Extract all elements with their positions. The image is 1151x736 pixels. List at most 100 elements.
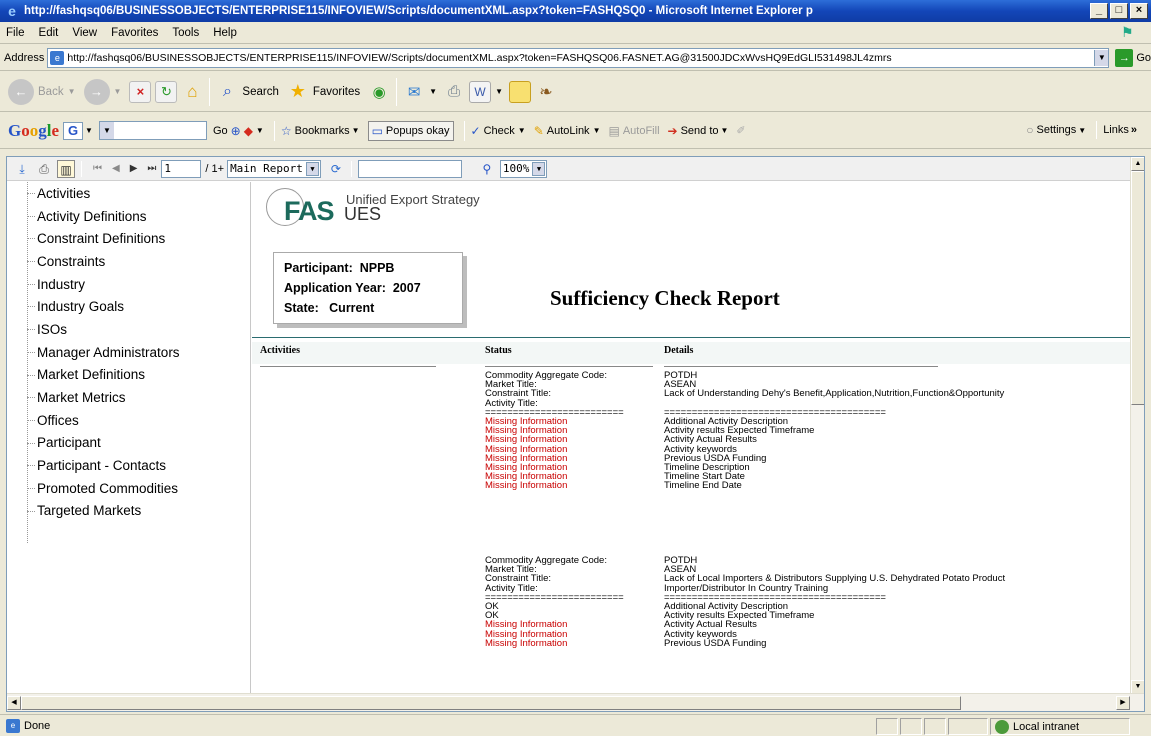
state-label: State: (284, 301, 319, 315)
windows-logo-icon: ⚑ (1121, 24, 1134, 40)
bookmarks-dropdown-icon: ▼ (351, 126, 360, 135)
vertical-scrollbar[interactable]: ▲ ▼ (1130, 157, 1144, 694)
edit-icon[interactable]: W (469, 80, 492, 103)
home-icon[interactable]: ⌂ (181, 81, 203, 103)
tree-item-industry-goals[interactable]: Industry Goals (7, 295, 250, 318)
menu-help[interactable]: Help (213, 27, 237, 39)
back-dropdown-icon[interactable]: ▼ (68, 87, 76, 96)
send-to-button[interactable]: ➔ Send to ▼ (668, 124, 729, 138)
binoculars-search-icon[interactable]: ⚲ (478, 160, 496, 178)
history-icon[interactable]: ✉ (403, 81, 425, 103)
tree-item-constraints[interactable]: Constraints (7, 250, 250, 273)
close-button[interactable]: × (1130, 3, 1148, 19)
google-menu-dropdown-icon[interactable]: ▼ (85, 126, 93, 135)
tree-item-manager-administrators[interactable]: Manager Administrators (7, 341, 250, 364)
minimize-button[interactable]: _ (1090, 3, 1108, 19)
address-url[interactable]: http://fashqsq06/BUSINESSOBJECTS/ENTERPR… (67, 52, 1094, 64)
go-button[interactable]: → Go (1115, 48, 1151, 67)
search-button[interactable]: ⌕ Search (216, 81, 279, 103)
last-page-icon[interactable]: ⏭ (147, 163, 156, 174)
tree-item-constraint-definitions[interactable]: Constraint Definitions (7, 227, 250, 250)
horizontal-scrollbar[interactable]: ◀ ▶ (7, 693, 1144, 711)
tree-item-isos[interactable]: ISOs (7, 318, 250, 341)
print-report-icon[interactable]: ⎙ (35, 160, 53, 178)
first-page-icon[interactable]: ⏮ (93, 163, 102, 174)
row-detail: Timeline End Date (664, 480, 742, 492)
group-tree: Activities Activity Definitions Constrai… (7, 182, 251, 694)
find-text-input[interactable] (357, 159, 462, 178)
previous-page-icon[interactable]: ◀ (112, 163, 120, 174)
print-icon[interactable]: ⎙ (443, 81, 465, 103)
address-input[interactable]: e http://fashqsq06/BUSINESSOBJECTS/ENTER… (47, 47, 1110, 68)
mail-dropdown-icon[interactable]: ▼ (429, 87, 437, 96)
spell-check-button[interactable]: ✓ Check ▼ (471, 124, 526, 138)
scroll-up-icon[interactable]: ▲ (1131, 157, 1144, 171)
next-page-icon[interactable]: ▶ (130, 163, 138, 174)
scroll-left-icon[interactable]: ◀ (7, 696, 21, 710)
google-search-input[interactable]: ▼ (98, 121, 207, 140)
google-go-button[interactable]: Go ⊕ ◆ ▼ (213, 124, 264, 138)
maximize-button[interactable]: □ (1110, 3, 1128, 19)
toolbar-separator (1096, 121, 1098, 139)
view-selector-value: Main Report (230, 161, 303, 175)
google-search-dropdown-icon[interactable]: ▼ (99, 122, 114, 139)
forward-dropdown-icon[interactable]: ▼ (114, 87, 122, 96)
page-status-icon: e (6, 718, 20, 733)
search-icon: ⌕ (222, 82, 232, 100)
forward-button[interactable]: → ▼ (83, 78, 122, 105)
google-more-dropdown-icon[interactable]: ▼ (256, 126, 264, 135)
media-icon[interactable]: ◉ (368, 81, 390, 103)
autolink-dropdown-icon: ▼ (592, 126, 601, 135)
tree-item-participant-contacts[interactable]: Participant - Contacts (7, 454, 250, 477)
highlight-icon[interactable]: ✐ (736, 124, 745, 137)
tree-item-participant[interactable]: Participant (7, 432, 250, 455)
tree-item-activity-definitions[interactable]: Activity Definitions (7, 205, 250, 228)
scroll-down-icon[interactable]: ▼ (1131, 680, 1144, 694)
google-search-site-icon[interactable]: ⊕ (231, 124, 241, 138)
google-menu-icon[interactable]: G (63, 121, 84, 140)
autolink-button[interactable]: ✎ AutoLink ▼ (534, 124, 601, 138)
back-button[interactable]: ← Back ▼ (8, 78, 76, 105)
zoom-dropdown-icon: ▼ (532, 161, 546, 176)
refresh-icon[interactable]: ↻ (155, 80, 178, 103)
tree-item-industry[interactable]: Industry (7, 273, 250, 296)
refresh-report-icon[interactable]: ⟳ (327, 160, 345, 178)
tree-item-targeted-markets[interactable]: Targeted Markets (7, 500, 250, 523)
menu-edit[interactable]: Edit (39, 27, 59, 39)
vertical-scroll-thumb[interactable] (1131, 171, 1144, 405)
menu-tools[interactable]: Tools (172, 27, 199, 39)
search-label: Search (242, 85, 279, 98)
header-field-value: POTDH (664, 555, 698, 566)
page-total: / 1+ (205, 162, 225, 175)
popups-okay-button[interactable]: ▭ Popups okay (367, 120, 454, 141)
participant-value: NPPB (359, 261, 395, 275)
menu-file[interactable]: File (6, 27, 25, 39)
stop-icon[interactable]: × (129, 80, 152, 103)
menu-view[interactable]: View (72, 27, 97, 39)
google-news-icon[interactable]: ◆ (244, 124, 253, 138)
tree-item-offices[interactable]: Offices (7, 409, 250, 432)
page-number-input[interactable] (161, 159, 202, 178)
tree-item-market-metrics[interactable]: Market Metrics (7, 386, 250, 409)
address-dropdown-icon[interactable]: ▼ (1094, 49, 1109, 66)
autofill-button[interactable]: ▤ AutoFill (608, 124, 659, 138)
research-icon[interactable]: ❧ (535, 81, 557, 103)
horizontal-scroll-thumb[interactable] (21, 696, 961, 710)
favorites-button[interactable]: ★ Favorites (287, 81, 360, 103)
settings-button[interactable]: ○ Settings ▼ (1026, 123, 1086, 137)
links-button[interactable]: Links » (1103, 124, 1137, 136)
zoom-selector[interactable]: 100% ▼ (499, 159, 548, 178)
tree-item-market-definitions[interactable]: Market Definitions (7, 364, 250, 387)
discuss-icon[interactable] (509, 80, 531, 103)
toolbar-separator (396, 77, 398, 106)
scroll-right-icon[interactable]: ▶ (1116, 696, 1130, 710)
menu-favorites[interactable]: Favorites (111, 27, 158, 39)
group-tree-toggle-icon[interactable]: ▥ (57, 159, 75, 178)
export-icon[interactable]: ⤓ (13, 160, 31, 178)
tree-item-activities[interactable]: Activities (7, 182, 250, 205)
bookmarks-button[interactable]: ☆ Bookmarks ▼ (281, 124, 360, 138)
zone-label: Local intranet (1013, 720, 1080, 733)
tree-item-promoted-commodities[interactable]: Promoted Commodities (7, 477, 250, 500)
view-selector[interactable]: Main Report ▼ (227, 159, 321, 178)
edit-dropdown-icon[interactable]: ▼ (495, 87, 503, 96)
